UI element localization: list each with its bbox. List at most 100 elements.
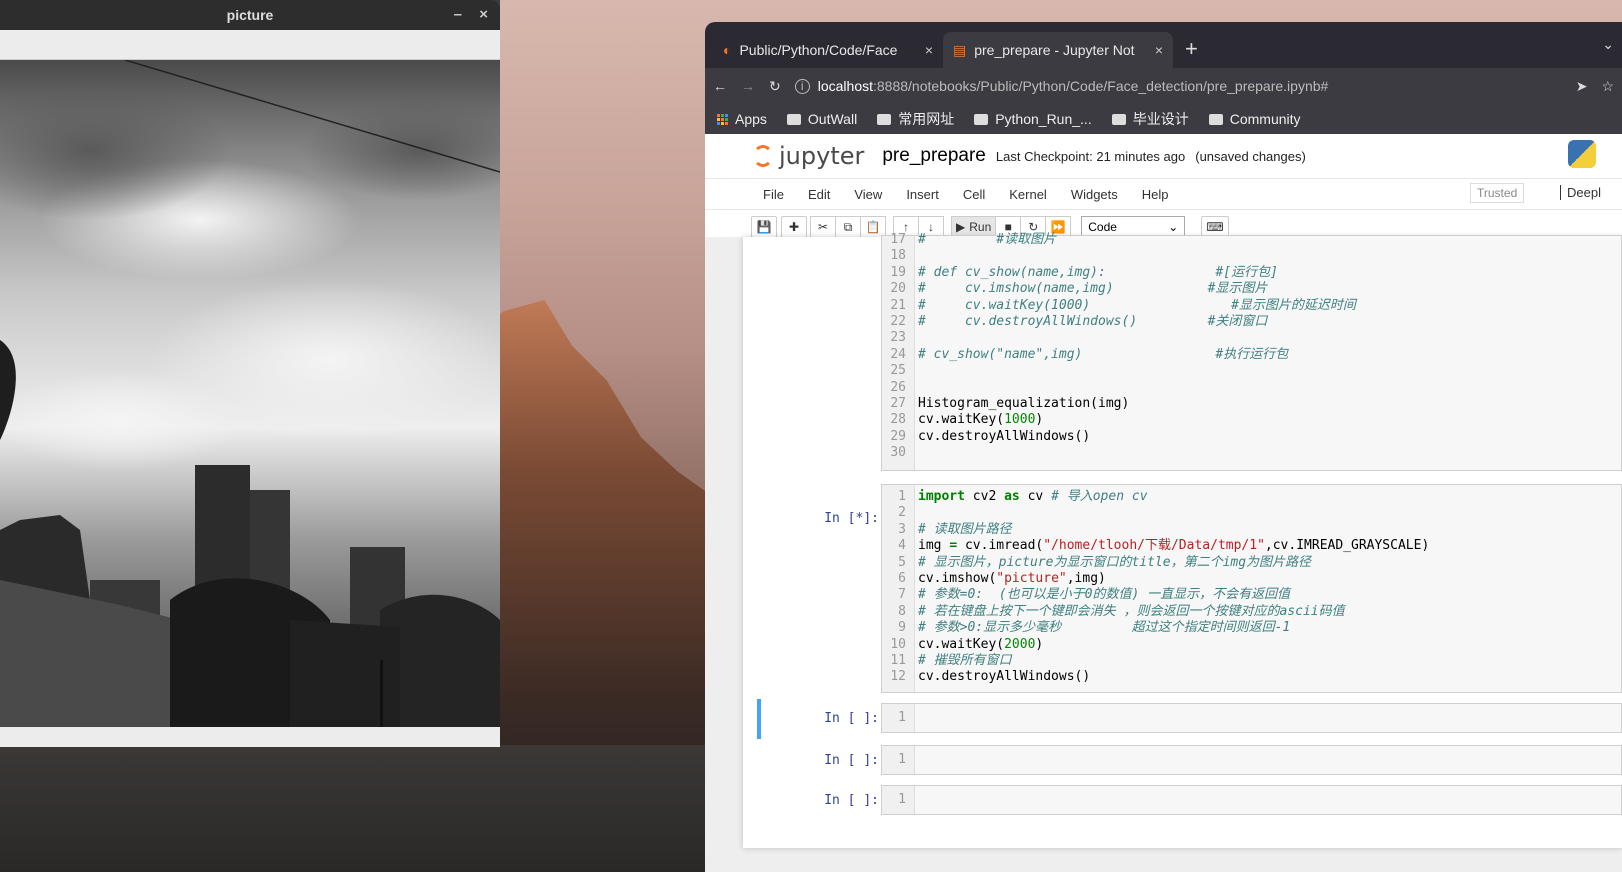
trusted-badge[interactable]: Trusted (1470, 183, 1525, 203)
code-text: cv.imshow("picture",img) (918, 571, 1106, 586)
empty-code-cell[interactable]: 1 (881, 703, 1622, 733)
code-line: 6 cv.imshow("picture",img) (882, 571, 1621, 587)
info-icon[interactable]: i (794, 78, 810, 94)
menu-view[interactable]: View (842, 187, 894, 202)
bookmark-outwall[interactable]: OutWall (786, 111, 857, 127)
line-number: 23 (890, 330, 906, 346)
cell-prompt: In [ ]: (824, 793, 879, 808)
code-cell-2[interactable]: 1 import cv2 as cv # 导入open cv 2 3 # 读取图片路径 4… (881, 484, 1622, 693)
reload-icon[interactable]: ↻ (769, 78, 781, 95)
jupyter-tab-icon: ◐ (723, 42, 732, 58)
line-number: 2 (898, 505, 906, 521)
code-line: 22 # cv.destroyAllWindows() #关闭窗口 (882, 314, 1621, 330)
bookmark-common-sites[interactable]: 常用网址 (877, 109, 954, 129)
tab-strip: ◐ Public/Python/Code/Face × ▤ pre_prepar… (705, 22, 1622, 68)
python-logo-icon (1568, 140, 1596, 168)
code-text: # 若在键盘上按下一个键即会消失 ，则会返回一个按键对应的ascii码值 (918, 603, 1345, 619)
line-number: 28 (890, 412, 906, 428)
tab-close-icon[interactable]: × (1155, 42, 1163, 58)
menu-cell[interactable]: Cell (951, 187, 997, 202)
picture-title: picture (226, 7, 274, 23)
tab-public-python[interactable]: ◐ Public/Python/Code/Face × (713, 32, 943, 68)
minimize-icon[interactable]: – (454, 6, 462, 23)
code-line: 24 # cv_show("name",img) #执行运行包 (882, 347, 1621, 363)
empty-code-cell[interactable]: 1 (881, 745, 1622, 775)
code-text: cv.waitKey(1000) (918, 412, 1044, 428)
tab-pre-prepare[interactable]: ▤ pre_prepare - Jupyter Not × (943, 32, 1173, 68)
browser-window[interactable]: ◐ Public/Python/Code/Face × ▤ pre_prepar… (705, 22, 1622, 872)
code-line: 28 cv.waitKey(1000) (882, 412, 1621, 428)
folder-icon (974, 113, 989, 125)
address-bar: ← → ↻ i localhost:8888/notebooks/Public/… (705, 68, 1622, 104)
code-text: cv.destroyAllWindows() (918, 669, 1091, 685)
line-number: 1 (898, 792, 906, 807)
picture-window[interactable]: picture – × (0, 0, 500, 747)
code-text: # 参数=0: (也可以是小于0的数值) 一直显示，不会有返回值 (918, 587, 1291, 603)
tab-close-icon[interactable]: × (925, 42, 933, 58)
line-number: 25 (890, 363, 906, 379)
code-line: 1 import cv2 as cv # 导入open cv (882, 489, 1621, 505)
bookmark-label: 毕业设计 (1132, 111, 1189, 127)
menu-edit[interactable]: Edit (796, 187, 842, 202)
code-line: 19 # def cv_show(name,img): #[运行包] (882, 265, 1621, 281)
cut-icon[interactable]: ✂ (810, 216, 836, 238)
menu-help[interactable]: Help (1130, 187, 1181, 202)
url-field[interactable]: i localhost:8888/notebooks/Public/Python… (794, 78, 1562, 94)
new-tab-button[interactable]: + (1173, 36, 1210, 68)
url-path: :8888/notebooks/Public/Python/Code/Face_… (873, 78, 1329, 94)
code-text: cv.waitKey(2000) (918, 636, 1044, 652)
code-cell-1[interactable]: 17 # #读取图片 18 19 # def cv_show(name,img): #[… (881, 232, 1622, 471)
menu-kernel[interactable]: Kernel (997, 187, 1059, 202)
code-text: # cv_show("name",img) #执行运行包 (918, 346, 1289, 362)
insert-cell-icon[interactable]: ✚ (781, 216, 807, 238)
line-number: 12 (890, 669, 906, 685)
checkpoint-status: Last Checkpoint: 21 minutes ago (995, 148, 1186, 164)
line-number: 20 (890, 281, 906, 297)
code-line: 2 (882, 505, 1621, 521)
line-number: 22 (890, 314, 906, 329)
picture-titlebar[interactable]: picture – × (0, 0, 500, 30)
bookmark-python-run[interactable]: Python_Run_... (974, 111, 1092, 127)
code-line: 20 # cv.imshow(name,img) #显示图片 (882, 281, 1621, 297)
menu-file[interactable]: File (751, 187, 796, 202)
close-icon[interactable]: × (479, 6, 488, 23)
send-icon[interactable]: ➤ (1576, 78, 1588, 95)
line-number: 30 (890, 445, 906, 461)
menu-widgets[interactable]: Widgets (1059, 187, 1130, 202)
bookmark-label: 常用网址 (898, 111, 955, 127)
star-icon[interactable]: ☆ (1601, 78, 1614, 95)
line-number: 26 (890, 379, 906, 395)
code-text: Histogram_equalization(img) (918, 396, 1130, 411)
menu-insert[interactable]: Insert (894, 187, 951, 202)
line-number: 29 (890, 428, 906, 444)
code-line: 11 # 摧毁所有窗口 (882, 653, 1621, 669)
code-line: 9 # 参数>0:显示多少毫秒 超过这个指定时间则返回-1 (882, 620, 1621, 636)
line-number: 1 (898, 752, 906, 767)
code-line: 4 img = cv.imread("/home/tlooh/下载/Data/tm… (882, 538, 1621, 554)
code-text: # 显示图片，picture为显示窗口的title，第二个img为图片路径 (918, 554, 1312, 570)
back-arrow-icon[interactable]: ← (713, 78, 727, 94)
save-icon[interactable]: 💾 (751, 216, 777, 238)
notebook-menubar: File Edit View Insert Cell Kernel Widget… (705, 179, 1622, 210)
notebook-area: 17 # #读取图片 1 8 19 # def cv_show(name,img): #[… (705, 232, 1622, 872)
code-text: img = cv.imread("/home/tlooh/下载/Data/tmp… (918, 538, 1430, 554)
tab-list-chevron-icon[interactable]: ⌄ (1602, 36, 1614, 53)
notebook-name[interactable]: pre_prepare (882, 145, 986, 167)
bookmark-apps[interactable]: Apps (717, 111, 767, 127)
code-line: 5 # 显示图片，picture为显示窗口的title，第二个img为图片路径 (882, 555, 1621, 571)
code-text: cv.destroyAllWindows() (918, 428, 1091, 444)
copy-icon[interactable]: ⧉ (835, 216, 861, 238)
bookmark-graduation[interactable]: 毕业设计 (1111, 109, 1189, 129)
jupyter-logo[interactable]: jupyter (753, 142, 864, 170)
code-line: 10 cv.waitKey(2000) (882, 637, 1621, 653)
line-number: 19 (890, 264, 906, 280)
empty-code-cell[interactable]: 1 (881, 785, 1622, 815)
grayscale-image (0, 60, 500, 727)
code-line: 17 # #读取图片 (882, 232, 1621, 248)
line-number: 27 (890, 396, 906, 411)
kernel-name[interactable]: Deepl (1560, 185, 1601, 200)
line-number: 8 (898, 603, 906, 619)
code-line: 8 # 若在键盘上按下一个键即会消失 ，则会返回一个按键对应的ascii码值 (882, 604, 1621, 620)
forward-arrow-icon[interactable]: → (741, 78, 755, 94)
bookmark-community[interactable]: Community (1208, 111, 1301, 127)
